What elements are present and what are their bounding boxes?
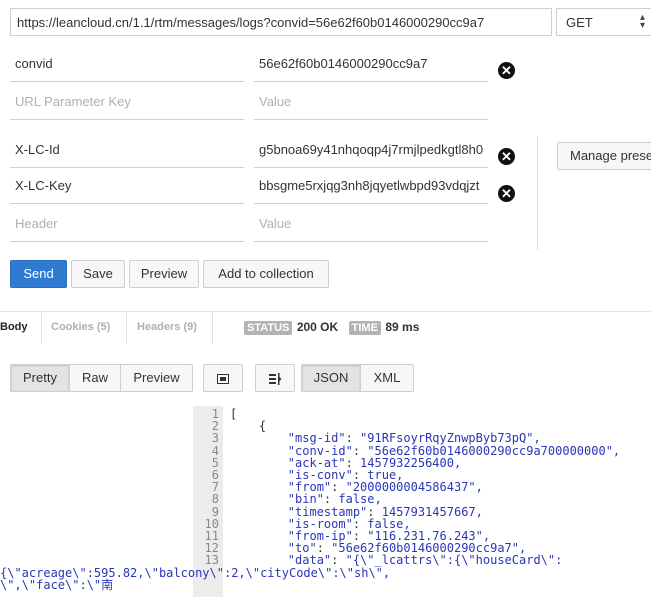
tabs-top-border — [0, 311, 651, 312]
code-line: "conv-id": "56e62f60b0146000290cc9a70000… — [230, 445, 620, 457]
code-line: "from": "2000000004586437", — [230, 481, 483, 493]
code-line: "bin": false, — [230, 493, 382, 505]
code-line: "ack-at": 1457932256400, — [230, 457, 461, 469]
header-key-input[interactable]: X-LC-Id — [10, 142, 244, 168]
code-line: "to": "56e62f60b0146000290cc9a7", — [230, 542, 526, 554]
status-value: 200 OK — [296, 320, 339, 334]
new-param-key-input[interactable]: URL Parameter Key — [10, 94, 244, 120]
select-arrows-icon: ▴ ▾ — [639, 12, 645, 31]
code-line: "from-ip": "116.231.76.243", — [230, 530, 490, 542]
remove-param-icon[interactable]: ✕ — [498, 62, 515, 79]
save-button[interactable]: Save — [71, 260, 125, 288]
presets-divider — [537, 136, 538, 250]
json-format-button[interactable]: JSON — [301, 364, 361, 392]
wrap-lines-button[interactable] — [255, 364, 295, 392]
remove-header-icon[interactable]: ✕ — [498, 185, 515, 202]
code-line: "msg-id": "91RFsoyrRqyZnwpByb73pQ", — [230, 432, 541, 444]
method-value: GET — [566, 15, 593, 30]
fullscreen-icon — [217, 373, 229, 384]
code-line: { — [230, 420, 266, 432]
new-header-key-input[interactable]: Header — [10, 216, 244, 242]
param-value-input[interactable]: 56e62f60b0146000290cc9a7 — [254, 56, 488, 82]
header-value-input[interactable]: g5bnoa69y41nhqoqp4j7rmjlpedkgtl8h0 — [254, 142, 488, 168]
method-select[interactable]: GET ▴ ▾ — [556, 8, 651, 36]
code-wrapped-line: \",\"face\":\"南 — [0, 577, 114, 592]
tab-headers[interactable]: Headers (9) — [137, 321, 197, 333]
fullscreen-button[interactable] — [203, 364, 243, 392]
status-badge: STATUS — [244, 321, 293, 335]
manage-presets-button[interactable]: Manage prese — [557, 142, 651, 170]
time-value: 89 ms — [385, 320, 420, 334]
pretty-mode-button[interactable]: Pretty — [10, 364, 70, 392]
preview-mode-button[interactable]: Preview — [120, 364, 193, 392]
code-line: [ — [230, 408, 237, 420]
wrap-lines-icon — [269, 372, 282, 385]
header-value-input[interactable]: bbsgme5rxjqg3nh8jqyetlwbpd93vdqjzt — [254, 178, 488, 204]
tab-cookies[interactable]: Cookies (5) — [51, 321, 110, 333]
new-param-value-input[interactable]: Value — [254, 94, 488, 120]
xml-format-button[interactable]: XML — [360, 364, 414, 392]
param-key-input[interactable]: convid — [10, 56, 244, 82]
code-wrapped-line: {\"acreage\":595.82,\"balcony\":2,\"city… — [0, 565, 391, 580]
add-to-collection-button[interactable]: Add to collection — [203, 260, 329, 288]
code-line: "is-conv": true, — [230, 469, 404, 481]
tab-divider — [212, 312, 213, 344]
header-key-input[interactable]: X-LC-Key — [10, 178, 244, 204]
time-badge: TIME — [348, 321, 381, 335]
tab-divider — [126, 312, 127, 344]
response-status: STATUS 200 OK TIME 89 ms — [244, 318, 419, 336]
tab-divider — [41, 312, 42, 344]
send-button[interactable]: Send — [10, 260, 67, 288]
url-input[interactable]: https://leancloud.cn/1.1/rtm/messages/lo… — [10, 8, 552, 36]
code-line: "timestamp": 1457931457667, — [230, 506, 483, 518]
preview-button[interactable]: Preview — [129, 260, 199, 288]
response-body-code[interactable]: [ { "msg-id": "91RFsoyrRqyZnwpByb73pQ", … — [0, 408, 651, 597]
raw-mode-button[interactable]: Raw — [69, 364, 121, 392]
remove-header-icon[interactable]: ✕ — [498, 148, 515, 165]
code-line: "is-room": false, — [230, 518, 411, 530]
new-header-value-input[interactable]: Value — [254, 216, 488, 242]
tab-body[interactable]: Body — [0, 321, 28, 333]
code-line: "data": "{\"_lcattrs\":{\"houseCard\": — [230, 554, 563, 566]
